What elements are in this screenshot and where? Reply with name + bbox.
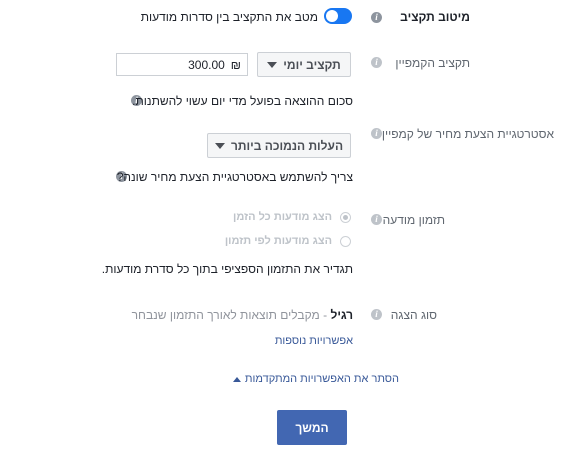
- budget-optimization-label: מיטוב תקציב: [400, 10, 470, 24]
- schedule-custom-label[interactable]: הצג מודעות לפי תזמון: [225, 235, 332, 247]
- budget-type-dropdown[interactable]: תקציב יומי: [257, 52, 351, 77]
- chevron-down-icon: [214, 142, 225, 149]
- info-icon[interactable]: i: [371, 214, 382, 225]
- bid-strategy-dropdown[interactable]: העלות הנמוכה ביותר: [207, 133, 351, 158]
- bid-strategy-question: צריך להשתמש באסטרטגיית הצעת מחיר שונה?: [116, 170, 353, 184]
- budget-hint: סכום ההוצאה בפועל מדי יום עשוי להשתנות.: [132, 94, 353, 108]
- info-icon[interactable]: i: [371, 57, 382, 68]
- more-options-link[interactable]: אפשרויות נוספות: [275, 335, 353, 347]
- delivery-type-value: רגיל - מקבלים תוצאות לאורך התזמון שנבחר: [132, 308, 353, 322]
- info-icon[interactable]: i: [371, 128, 382, 139]
- budget-amount-value: 300.00: [188, 57, 225, 72]
- chevron-down-icon: [267, 61, 278, 68]
- currency-symbol: ₪: [230, 57, 241, 72]
- hide-advanced-link[interactable]: הסתר את האפשרויות המתקדמות: [232, 373, 399, 385]
- continue-button[interactable]: המשך: [277, 410, 347, 445]
- info-icon[interactable]: i: [371, 12, 382, 23]
- ad-scheduling-label: תזמון מודעה: [382, 213, 445, 227]
- schedule-always-label[interactable]: הצג מודעות כל הזמן: [233, 211, 332, 223]
- budget-amount-input[interactable]: ₪ 300.00: [116, 53, 248, 76]
- toggle-knob: [326, 10, 338, 22]
- budget-type-label: תקציב יומי: [283, 57, 341, 72]
- delivery-type-label: סוג הצגה: [390, 308, 437, 322]
- caret-up-icon: [232, 376, 241, 382]
- bid-strategy-label: אסטרטגיית הצעת מחיר של קמפיין: [381, 127, 554, 141]
- budget-optimization-toggle[interactable]: [324, 8, 352, 24]
- schedule-always-radio[interactable]: [340, 212, 351, 223]
- bid-strategy-value: העלות הנמוכה ביותר: [230, 138, 344, 153]
- budget-optimization-text: מטב את התקציב בין סדרות מודעות: [140, 10, 318, 24]
- hide-advanced-label: הסתר את האפשרויות המתקדמות: [244, 373, 399, 385]
- ad-scheduling-description: תגדיר את התזמון הספציפי בתוך כל סדרת מוד…: [101, 262, 353, 276]
- campaign-budget-label: תקציב הקמפיין: [395, 56, 470, 70]
- delivery-type-rest: - מקבלים תוצאות לאורך התזמון שנבחר: [131, 308, 331, 322]
- info-icon[interactable]: i: [371, 309, 382, 320]
- schedule-custom-radio[interactable]: [340, 236, 351, 247]
- delivery-type-bold: רגיל: [330, 308, 353, 322]
